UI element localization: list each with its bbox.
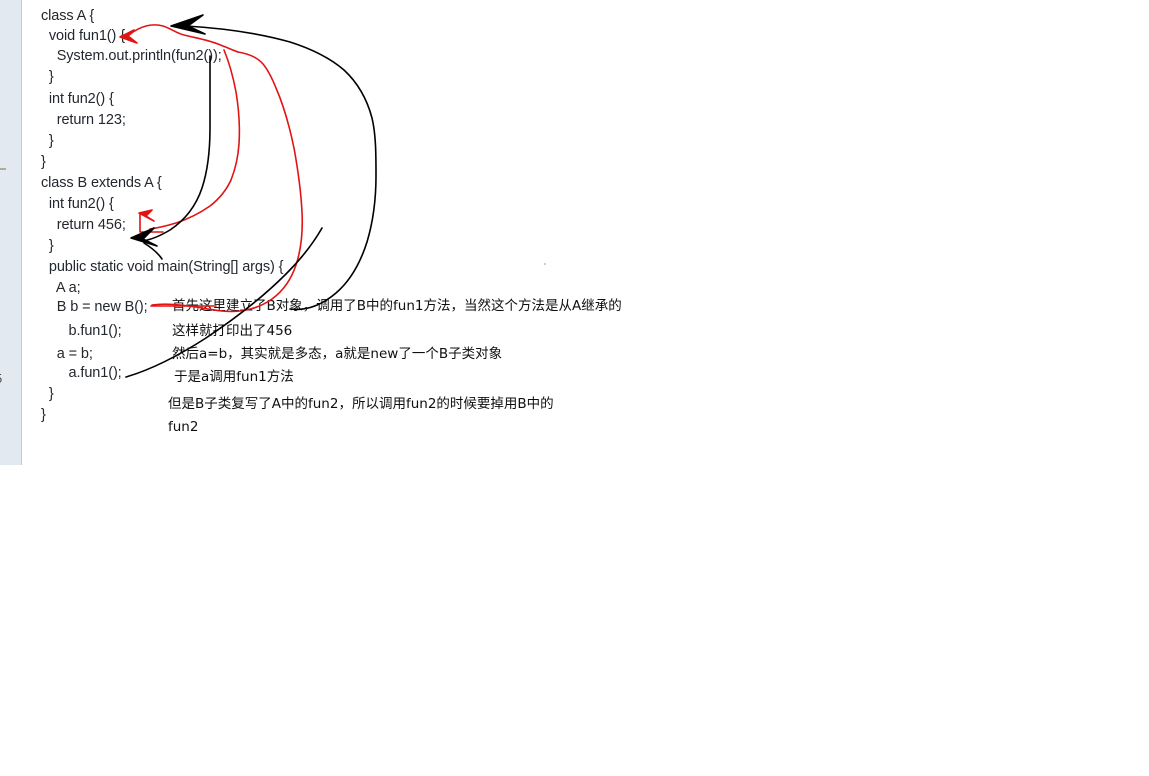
annotation-note: 但是B子类复写了A中的fun2，所以调用fun2的时候要掉用B中的 (168, 396, 554, 412)
code-line: a.fun1(); (41, 365, 122, 381)
code-line: class B extends A { (41, 175, 162, 191)
code-line: System.out.println(fun2()); (41, 48, 222, 64)
annotation-note: 首先这里建立了B对象，调用了B中的fun1方法，当然这个方法是从A继承的 (172, 298, 622, 314)
code-line: } (41, 386, 54, 402)
code-line: b.fun1(); (41, 323, 122, 339)
code-line: A a; (41, 280, 81, 296)
annotation-note: 这样就打印出了456 (172, 323, 293, 339)
code-line: int fun2() { (41, 196, 114, 212)
code-line: return 123; (41, 112, 126, 128)
annotation-note: fun2 (168, 419, 199, 435)
code-line: } (41, 407, 46, 423)
code-line: } (41, 154, 46, 170)
code-line: class A { (41, 8, 95, 24)
code-line: public static void main(String[] args) { (41, 259, 284, 275)
code-line: } (41, 69, 54, 85)
code-line: } (41, 238, 54, 254)
code-line: void fun1() { (41, 28, 125, 44)
code-line: int fun2() { (41, 91, 114, 107)
annotation-note: 然后a=b，其实就是多态，a就是new了一个B子类对象 (172, 346, 503, 362)
code-line: a = b; (41, 346, 93, 362)
annotation-note: 于是a调用fun1方法 (174, 369, 294, 385)
code-line: return 456; (41, 217, 126, 233)
code-line: B b = new B(); (41, 299, 148, 315)
code-line: } (41, 133, 54, 149)
